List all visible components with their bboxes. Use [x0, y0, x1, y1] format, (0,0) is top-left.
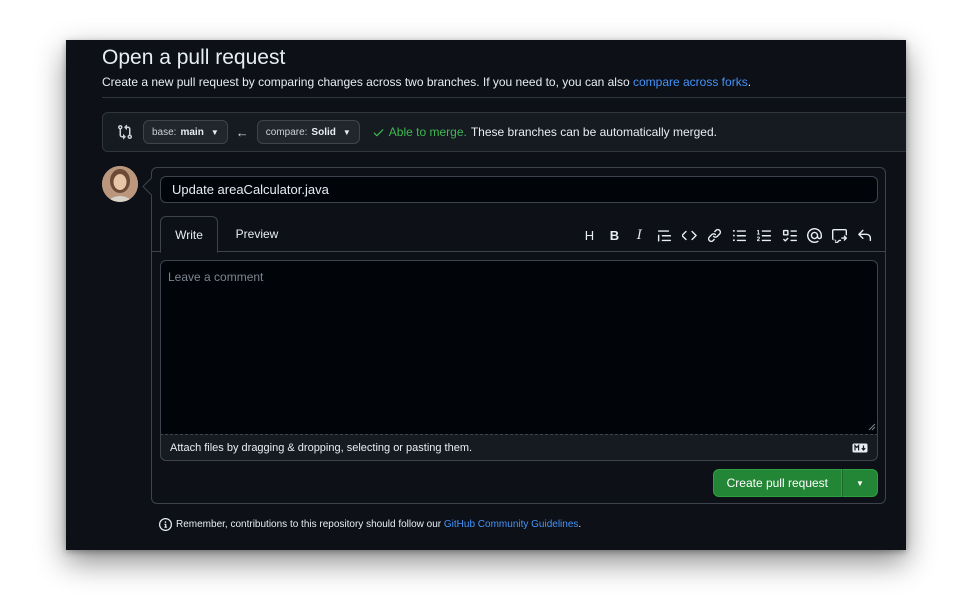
avatar-image — [102, 166, 138, 202]
github-window: Open a pull request Create a new pull re… — [66, 40, 906, 550]
quote-icon[interactable] — [652, 225, 677, 245]
avatar[interactable] — [102, 166, 138, 202]
page-subtitle: Create a new pull request by comparing c… — [102, 75, 751, 89]
reminder-text: Remember, contributions to this reposito… — [176, 519, 444, 530]
heading-icon[interactable]: H — [577, 225, 602, 245]
arrow-left-icon: ← — [235, 124, 249, 140]
chevron-down-icon: ▼ — [210, 127, 219, 137]
unordered-list-icon[interactable] — [727, 225, 752, 245]
compare-prefix: compare: — [265, 126, 308, 138]
base-branch-button[interactable]: base: main ▼ — [143, 120, 228, 144]
task-list-icon[interactable] — [777, 225, 802, 245]
ordered-list-icon[interactable] — [752, 225, 777, 245]
reference-icon[interactable] — [827, 225, 852, 245]
chevron-down-icon: ▼ — [342, 127, 351, 137]
git-compare-icon — [118, 124, 133, 140]
editor-tabs: Write Preview H B I — [152, 216, 885, 253]
create-pull-request-button[interactable]: Create pull request — [712, 469, 842, 497]
bold-icon[interactable]: B — [602, 225, 627, 245]
markdown-icon[interactable] — [852, 443, 868, 453]
comment-textarea[interactable] — [160, 260, 878, 434]
chevron-down-icon: ▼ — [856, 478, 864, 488]
info-icon — [159, 518, 172, 531]
file-attachment-bar[interactable]: Attach files by dragging & dropping, sel… — [160, 434, 878, 461]
undo-icon[interactable] — [852, 225, 877, 245]
reminder-end: . — [578, 519, 582, 530]
compare-branch-button[interactable]: compare: Solid ▼ — [256, 120, 360, 144]
tab-preview[interactable]: Preview — [226, 216, 288, 252]
link-icon[interactable] — [702, 225, 727, 245]
merge-ok-text: Able to merge. — [388, 125, 467, 139]
base-branch-name: main — [180, 126, 204, 138]
mention-icon[interactable] — [802, 225, 827, 245]
subtitle-end: . — [747, 75, 752, 89]
code-icon[interactable] — [677, 225, 702, 245]
merge-status: Able to merge. These branches can be aut… — [372, 125, 717, 139]
compare-branch-name: Solid — [311, 126, 336, 138]
branch-range-bar: base: main ▼ ← compare: Solid ▼ Able to … — [102, 112, 906, 152]
base-prefix: base: — [152, 126, 177, 138]
pull-request-composer: Write Preview H B I Attach files by drag… — [151, 167, 886, 504]
divider — [102, 97, 906, 98]
page-title: Open a pull request — [102, 46, 286, 69]
submit-button-group: Create pull request ▼ — [712, 469, 878, 497]
subtitle-text: Create a new pull request by comparing c… — [102, 75, 633, 89]
resize-grip-icon[interactable] — [868, 423, 876, 431]
tab-write[interactable]: Write — [160, 216, 218, 253]
community-guidelines-link[interactable]: GitHub Community Guidelines — [444, 519, 579, 530]
markdown-toolbar: H B I — [577, 225, 877, 245]
attach-files-text: Attach files by dragging & dropping, sel… — [170, 441, 473, 454]
italic-icon[interactable]: I — [627, 225, 652, 245]
submit-options-dropdown[interactable]: ▼ — [842, 469, 878, 497]
pr-title-input[interactable] — [160, 176, 878, 203]
merge-message: These branches can be automatically merg… — [470, 125, 717, 139]
check-icon — [373, 128, 384, 136]
compare-forks-link[interactable]: compare across forks — [633, 75, 748, 89]
guidelines-reminder: Remember, contributions to this reposito… — [159, 518, 581, 531]
